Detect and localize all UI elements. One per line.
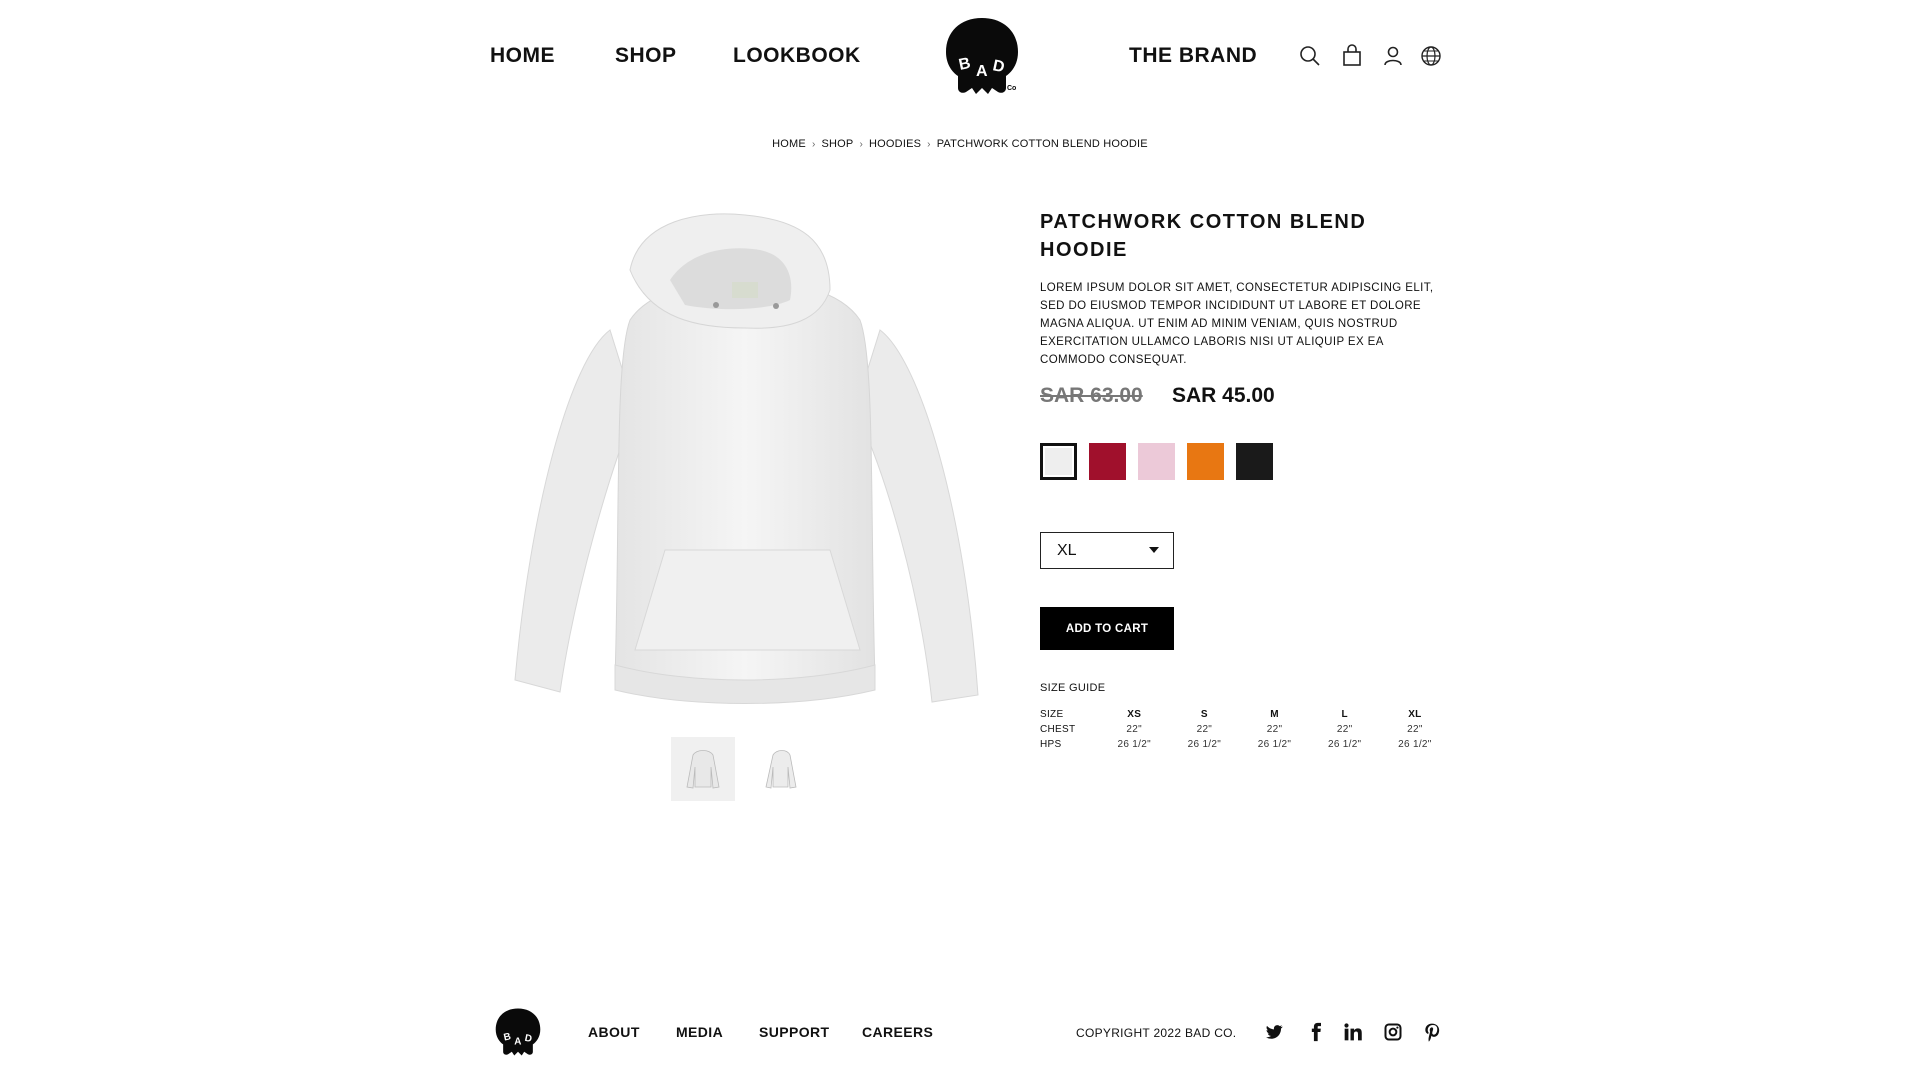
svg-text:A: A [514, 1036, 521, 1047]
facebook-icon[interactable] [1306, 1022, 1326, 1042]
size-guide-title: SIZE GUIDE [1040, 682, 1106, 694]
size-guide-table: SIZE XS S M L XL CHEST 22" 22" 22" 22" 2… [1040, 707, 1450, 752]
brand-logo[interactable]: B A D Co [940, 16, 1024, 96]
globe-icon[interactable] [1419, 44, 1443, 68]
color-swatches [1040, 443, 1273, 480]
table-cell: 22" [1336, 724, 1353, 735]
add-to-cart-button[interactable]: ADD TO CART [1040, 607, 1174, 650]
site-header: HOME SHOP LOOKBOOK B A D Co THE BRAND [0, 0, 1920, 115]
color-swatch-orange[interactable] [1187, 443, 1224, 480]
chevron-right-icon: › [859, 139, 864, 150]
breadcrumb-hoodies[interactable]: HOODIES [869, 138, 921, 150]
table-cell: S [1200, 709, 1208, 720]
product-description: LOREM IPSUM DOLOR SIT AMET, CONSECTETUR … [1040, 282, 1434, 366]
search-icon[interactable] [1298, 44, 1322, 68]
table-cell: L [1341, 709, 1348, 720]
chevron-right-icon: › [927, 139, 931, 150]
breadcrumb-home[interactable]: HOME [772, 138, 806, 150]
footer-link-support[interactable]: SUPPORT [759, 1024, 829, 1040]
nav-the-brand[interactable]: THE BRAND [1129, 44, 1257, 68]
table-cell: 22" [1126, 724, 1142, 735]
thumbnail-front[interactable] [671, 737, 735, 801]
breadcrumb: HOME › SHOP › HOODIES › PATCHWORK COTTON BLEND… [0, 138, 1920, 150]
breadcrumb-shop[interactable]: SHOP [822, 138, 854, 150]
footer-link-media[interactable]: MEDIA [676, 1024, 723, 1040]
svg-text:A: A [976, 63, 988, 80]
table-row: SIZE XS S M L XL [1040, 707, 1450, 722]
nav-lookbook[interactable]: LOOKBOOK [733, 44, 861, 68]
shopping-bag-icon[interactable] [1340, 44, 1364, 68]
size-select-value: XL [1057, 541, 1077, 559]
product-title: PATCHWORK COTTON BLEND HOODIE [1040, 211, 1367, 261]
table-cell: M [1270, 709, 1279, 720]
table-cell: XL [1408, 709, 1422, 720]
caret-down-icon [1149, 547, 1159, 553]
footer-link-about[interactable]: ABOUT [588, 1024, 640, 1040]
table-cell: 26 1/2" [1327, 739, 1362, 750]
nav-shop[interactable]: SHOP [615, 44, 677, 68]
table-cell: 22" [1266, 724, 1283, 735]
table-cell: 22" [1196, 724, 1213, 735]
chevron-right-icon: › [811, 139, 816, 150]
user-icon[interactable] [1381, 44, 1405, 68]
color-swatch-white[interactable] [1040, 443, 1077, 480]
thumbnail-side[interactable] [749, 737, 813, 801]
copyright-text: COPYRIGHT 2022 BAD CO. [1076, 1026, 1237, 1040]
nav-home[interactable]: HOME [490, 44, 555, 68]
product-main-image [500, 210, 990, 710]
color-swatch-black[interactable] [1236, 443, 1273, 480]
breadcrumb-current: PATCHWORK COTTON BLEND HOODIE [936, 138, 1148, 150]
sale-price: SAR 45.00 [1172, 384, 1275, 407]
twitter-icon[interactable] [1264, 1022, 1284, 1042]
table-cell: XS [1127, 709, 1142, 720]
table-cell: 26 1/2" [1117, 739, 1151, 750]
footer-logo[interactable]: B A D [492, 1007, 544, 1057]
table-cell: SIZE [1040, 709, 1064, 720]
color-swatch-pink[interactable] [1138, 443, 1175, 480]
original-price: SAR 63.00 [1040, 384, 1143, 407]
table-cell: 22" [1407, 724, 1423, 735]
table-cell: 26 1/2" [1257, 739, 1292, 750]
instagram-icon[interactable] [1383, 1022, 1403, 1042]
color-swatch-red[interactable] [1089, 443, 1126, 480]
table-cell: 26 1/2" [1187, 739, 1222, 750]
linkedin-icon[interactable] [1343, 1022, 1363, 1042]
table-row: HPS 26 1/2" 26 1/2" 26 1/2" 26 1/2" 26 1… [1040, 737, 1450, 752]
table-cell: HPS [1040, 739, 1062, 750]
table-cell: CHEST [1040, 724, 1076, 735]
pinterest-icon[interactable] [1422, 1022, 1442, 1042]
table-cell: 26 1/2" [1398, 739, 1432, 750]
size-select[interactable]: XL [1040, 532, 1174, 569]
svg-text:Co: Co [1007, 85, 1016, 92]
table-row: CHEST 22" 22" 22" 22" 22" [1040, 722, 1450, 737]
footer-link-careers[interactable]: CAREERS [862, 1024, 933, 1040]
